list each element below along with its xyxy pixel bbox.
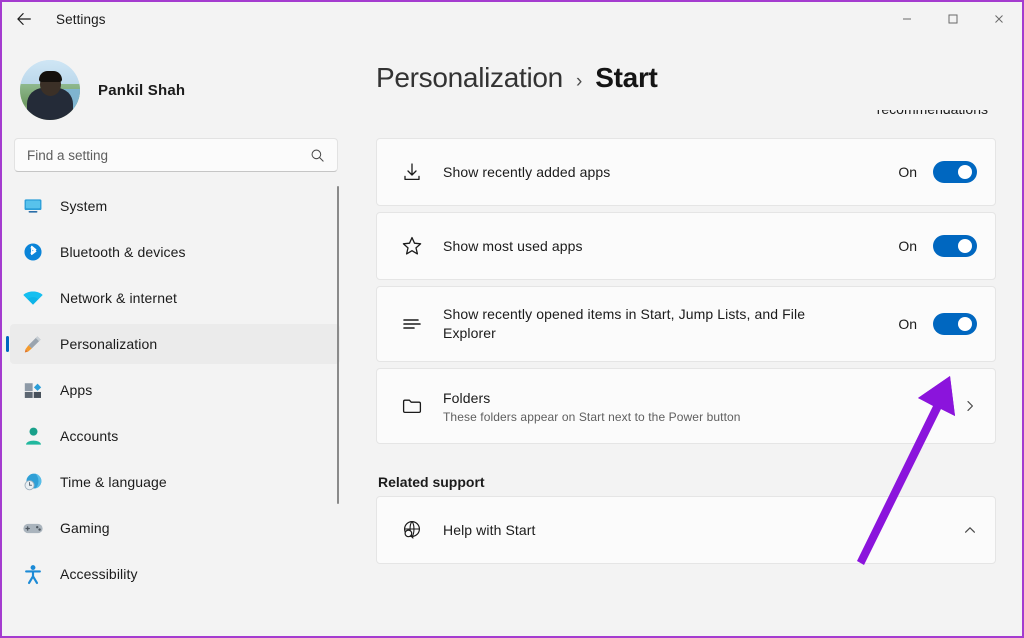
setting-text: Folders These folders appear on Start ne… xyxy=(443,389,953,424)
sidebar-item-bluetooth-devices[interactable]: Bluetooth & devices xyxy=(10,232,340,272)
related-support-title: Help with Start xyxy=(443,521,536,538)
sidebar-nav: System Bluetooth & devices Network & int… xyxy=(2,186,350,616)
toggle-state-label: On xyxy=(898,164,917,180)
sidebar-item-gaming[interactable]: Gaming xyxy=(10,508,340,548)
toggle-recently-added-apps[interactable] xyxy=(933,161,977,183)
bluetooth-icon xyxy=(20,241,46,263)
title-bar: Settings xyxy=(2,2,1022,36)
search-input[interactable] xyxy=(15,147,310,163)
sidebar-scrollbar[interactable] xyxy=(336,186,339,504)
settings-scroll-area: recommendations Show recently added apps… xyxy=(350,110,1022,636)
sidebar-item-label: Apps xyxy=(60,382,93,398)
setting-control: On xyxy=(898,313,977,335)
minimize-button[interactable] xyxy=(884,2,930,36)
recent-items-icon xyxy=(397,313,427,335)
setting-row-recently-added-apps[interactable]: Show recently added apps On xyxy=(376,138,996,206)
sidebar-item-label: Accessibility xyxy=(60,566,138,582)
sidebar: Pankil Shah Find a setting System Blueto… xyxy=(2,36,350,636)
setting-title: Show most used apps xyxy=(443,237,583,254)
related-support-text: Help with Start xyxy=(443,521,953,540)
avatar xyxy=(20,60,80,120)
star-icon xyxy=(397,235,427,257)
main-content: Personalization › Start recommendations … xyxy=(350,36,1022,636)
toggle-most-used-apps[interactable] xyxy=(933,235,977,257)
sidebar-item-network-internet[interactable]: Network & internet xyxy=(10,278,340,318)
setting-row-folders[interactable]: Folders These folders appear on Start ne… xyxy=(376,368,996,444)
close-icon xyxy=(995,15,1003,23)
window-controls xyxy=(884,2,1022,36)
search-container xyxy=(2,122,350,172)
sidebar-item-label: System xyxy=(60,198,108,214)
toggle-state-label: On xyxy=(898,238,917,254)
sidebar-item-accessibility[interactable]: Accessibility xyxy=(10,554,340,594)
setting-title: Show recently added apps xyxy=(443,163,611,180)
chevron-right-icon: › xyxy=(575,71,583,92)
wifi-icon xyxy=(20,287,46,309)
setting-row-recently-opened-items[interactable]: Show recently opened items in Start, Jum… xyxy=(376,286,996,362)
sidebar-item-accounts[interactable]: Accounts xyxy=(10,416,340,456)
sidebar-item-label: Gaming xyxy=(60,520,110,536)
monitor-icon xyxy=(20,195,46,217)
download-icon xyxy=(397,161,427,183)
apps-grid-icon xyxy=(20,379,46,401)
related-support-heading: Related support xyxy=(378,474,485,490)
person-icon xyxy=(20,425,46,447)
maximize-button[interactable] xyxy=(930,2,976,36)
toggle-state-label: On xyxy=(898,316,917,332)
setting-text: Show most used apps xyxy=(443,237,898,256)
related-support-row-help-with-start[interactable]: Help with Start xyxy=(376,496,996,564)
app-title: Settings xyxy=(56,11,106,27)
sidebar-item-label: Accounts xyxy=(60,428,119,444)
account-name: Pankil Shah xyxy=(98,81,186,99)
paintbrush-icon xyxy=(20,333,46,355)
setting-title: Show recently opened items in Start, Jum… xyxy=(443,306,806,341)
breadcrumb-parent-link[interactable]: Personalization xyxy=(376,62,563,94)
globe-search-icon xyxy=(397,519,427,541)
setting-text: Show recently opened items in Start, Jum… xyxy=(443,305,898,343)
page-title: Start xyxy=(595,62,658,93)
sidebar-item-apps[interactable]: Apps xyxy=(10,370,340,410)
clipped-setting-label: recommendations xyxy=(877,110,988,117)
setting-control: On xyxy=(898,235,977,257)
folder-icon xyxy=(397,395,427,417)
close-button[interactable] xyxy=(976,2,1022,36)
clipped-setting-row: recommendations xyxy=(376,110,996,132)
setting-title: Folders xyxy=(443,389,491,406)
sidebar-item-personalization[interactable]: Personalization xyxy=(6,324,340,364)
sidebar-item-label: Personalization xyxy=(60,336,158,352)
minimize-icon xyxy=(903,18,911,20)
sidebar-item-label: Bluetooth & devices xyxy=(60,244,186,260)
sidebar-item-system[interactable]: System xyxy=(10,186,340,226)
setting-text: Show recently added apps xyxy=(443,163,898,182)
search-box[interactable] xyxy=(14,138,338,172)
accessibility-icon xyxy=(20,563,46,585)
setting-control: On xyxy=(898,161,977,183)
sidebar-scrollbar-thumb[interactable] xyxy=(337,186,339,504)
sidebar-item-label: Time & language xyxy=(60,474,167,490)
back-button[interactable] xyxy=(2,3,46,35)
sidebar-item-label: Network & internet xyxy=(60,290,177,306)
toggle-recently-opened-items[interactable] xyxy=(933,313,977,335)
gamepad-icon xyxy=(20,517,46,539)
setting-subtitle: These folders appear on Start next to th… xyxy=(443,409,741,424)
clock-globe-icon xyxy=(20,471,46,493)
settings-window: Settings Pankil Shah Find a setting Syst… xyxy=(0,0,1024,638)
setting-row-most-used-apps[interactable]: Show most used apps On xyxy=(376,212,996,280)
chevron-right-icon[interactable] xyxy=(953,399,977,413)
maximize-icon xyxy=(948,14,958,24)
sidebar-item-time-language[interactable]: Time & language xyxy=(10,462,340,502)
back-arrow-icon xyxy=(17,13,31,25)
breadcrumb: Personalization › Start xyxy=(350,36,1022,110)
account-header[interactable]: Pankil Shah xyxy=(2,36,350,122)
chevron-up-icon[interactable] xyxy=(953,523,977,537)
search-icon[interactable] xyxy=(310,148,337,163)
